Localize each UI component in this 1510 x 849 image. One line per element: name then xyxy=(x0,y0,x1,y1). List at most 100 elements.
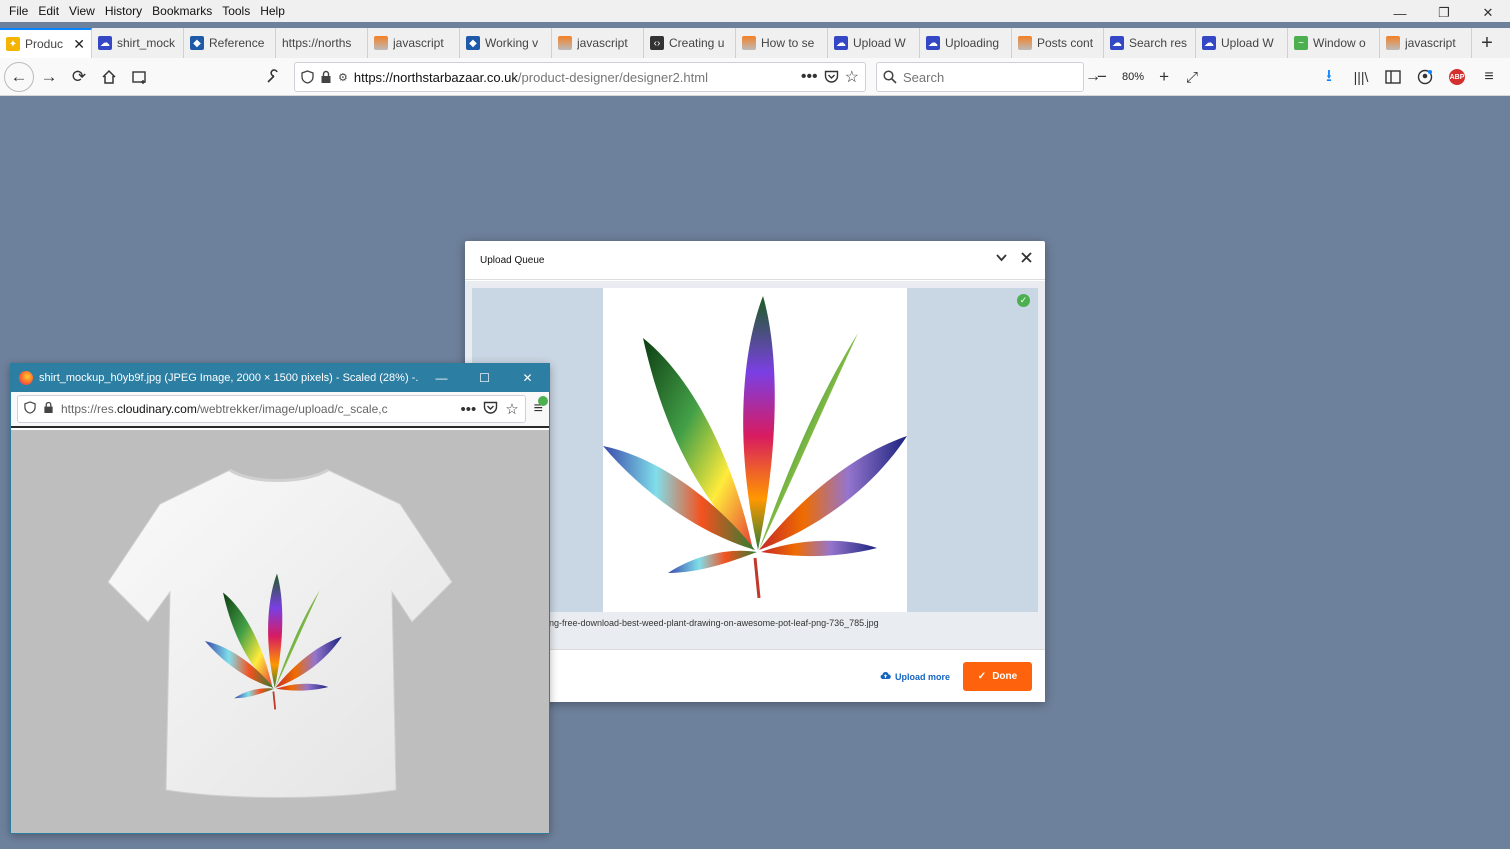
back-button[interactable]: ← xyxy=(4,61,34,92)
app-menu-button[interactable]: ≡ xyxy=(1474,62,1504,92)
stackoverflow-icon xyxy=(1018,36,1032,50)
devtools-button[interactable] xyxy=(258,62,288,92)
page-actions-icon[interactable]: ••• xyxy=(801,68,818,86)
bookmark-star-icon[interactable]: ☆ xyxy=(505,400,518,418)
tab[interactable]: javascript xyxy=(368,28,460,58)
lock-icon[interactable] xyxy=(43,401,54,417)
sidebar-icon xyxy=(1385,70,1401,84)
cloud-icon: ☁ xyxy=(926,36,940,50)
url-bar[interactable]: ⚙ https://northstarbazaar.co.uk/product-… xyxy=(294,62,866,92)
code-icon: ‹› xyxy=(650,36,664,50)
dialog-footer: Upload more ✓ Done xyxy=(465,649,1045,702)
tab-label: https://norths xyxy=(282,36,352,50)
tab[interactable]: https://norths xyxy=(276,28,368,58)
tab-label: Creating u xyxy=(669,36,725,50)
url-path: /webtrekker/image/upload/c_scale,c xyxy=(196,402,388,416)
zoom-in-button[interactable]: + xyxy=(1152,62,1176,92)
minimize-button[interactable]: — xyxy=(1378,0,1422,26)
page-actions-icon[interactable]: ••• xyxy=(460,401,476,418)
new-tab-button[interactable]: + xyxy=(1472,28,1502,58)
app-menu-icon[interactable]: ≡ xyxy=(534,396,548,418)
menu-bookmarks[interactable]: Bookmarks xyxy=(147,4,217,18)
tab[interactable]: Posts cont xyxy=(1012,28,1104,58)
tab[interactable]: ☁ Uploading xyxy=(920,28,1012,58)
zoom-controls: − 80% + ⤢ xyxy=(1090,62,1204,92)
tab[interactable]: ☁ Search res xyxy=(1104,28,1196,58)
tab-label: Produc xyxy=(25,37,64,51)
dialog-title: Upload Queue xyxy=(480,254,545,266)
close-dialog-icon[interactable] xyxy=(1020,249,1033,269)
upload-success-icon: ✓ xyxy=(1017,294,1030,307)
restore-button[interactable]: ❐ xyxy=(1422,0,1466,26)
lock-icon[interactable] xyxy=(320,70,332,84)
zoom-out-button[interactable]: − xyxy=(1090,62,1114,92)
permissions-icon[interactable]: ⚙ xyxy=(338,71,348,84)
screenshot-icon xyxy=(132,70,146,84)
popup-titlebar[interactable]: shirt_mockup_h0yb9f.jpg (JPEG Image, 200… xyxy=(11,364,549,392)
check-icon: ✓ xyxy=(977,671,987,682)
screenshot-button[interactable] xyxy=(124,62,154,92)
search-bar[interactable]: → xyxy=(876,62,1101,92)
reload-button[interactable]: ⟳ xyxy=(64,62,94,92)
popup-nav-bar: https://res.cloudinary.com/webtrekker/im… xyxy=(11,392,549,428)
pocket-icon[interactable] xyxy=(824,70,839,84)
tab[interactable]: ☁ shirt_mock xyxy=(92,28,184,58)
tab[interactable]: How to se xyxy=(736,28,828,58)
upload-more-button[interactable]: Upload more xyxy=(880,671,950,682)
close-tab-icon[interactable]: ✕ xyxy=(73,36,85,53)
stackoverflow-icon xyxy=(1386,36,1400,50)
star-icon: ✦ xyxy=(6,37,20,51)
uploaded-image xyxy=(603,288,907,612)
fullscreen-button[interactable]: ⤢ xyxy=(1180,62,1204,92)
downloads-button[interactable]: ⭳ xyxy=(1314,62,1344,92)
menu-file[interactable]: File xyxy=(4,4,33,18)
menu-tools[interactable]: Tools xyxy=(217,4,255,18)
tab[interactable]: ‹› Creating u xyxy=(644,28,736,58)
popup-url-text[interactable]: https://res.cloudinary.com/webtrekker/im… xyxy=(61,402,453,416)
popup-close-button[interactable]: ✕ xyxy=(506,364,549,392)
tab[interactable]: ✦ Produc ✕ xyxy=(0,28,92,58)
tab-label: Upload W xyxy=(1221,36,1274,50)
tab-label: javascript xyxy=(1405,36,1456,50)
pocket-icon[interactable] xyxy=(483,401,498,418)
popup-maximize-button[interactable]: ☐ xyxy=(463,364,506,392)
menu-help[interactable]: Help xyxy=(255,4,290,18)
stackoverflow-icon xyxy=(558,36,572,50)
tab[interactable]: javascript xyxy=(1380,28,1472,58)
tab-label: javascript xyxy=(393,36,444,50)
close-window-button[interactable]: ✕ xyxy=(1466,0,1510,26)
done-button[interactable]: ✓ Done xyxy=(963,662,1032,691)
reference-icon: ◆ xyxy=(190,36,204,50)
menu-edit[interactable]: Edit xyxy=(33,4,64,18)
adblock-button[interactable]: ABP xyxy=(1442,62,1472,92)
tab[interactable]: ~ Window o xyxy=(1288,28,1380,58)
library-button[interactable]: |||\ xyxy=(1346,62,1376,92)
url-host: cloudinary.com xyxy=(117,402,197,416)
tab[interactable]: ☁ Upload W xyxy=(828,28,920,58)
url-text[interactable]: https://northstarbazaar.co.uk/product-de… xyxy=(354,70,795,85)
tab[interactable]: ◆ Working v xyxy=(460,28,552,58)
toolbar-right: ⭳ |||\ ABP ≡ xyxy=(1314,62,1504,92)
window-controls: — ❐ ✕ xyxy=(1378,0,1510,26)
menu-view[interactable]: View xyxy=(64,4,100,18)
search-input[interactable] xyxy=(903,69,1079,85)
bookmark-star-icon[interactable]: ☆ xyxy=(845,67,859,87)
home-button[interactable] xyxy=(94,62,124,92)
tab[interactable]: ☁ Upload W xyxy=(1196,28,1288,58)
tshirt-mockup-image xyxy=(107,468,453,798)
cloud-icon: ☁ xyxy=(834,36,848,50)
menu-bar: File Edit View History Bookmarks Tools H… xyxy=(0,0,1510,22)
collapse-icon[interactable] xyxy=(995,249,1008,269)
menu-history[interactable]: History xyxy=(100,4,147,18)
tab[interactable]: ◆ Reference xyxy=(184,28,276,58)
image-viewer xyxy=(11,430,549,833)
sidebar-button[interactable] xyxy=(1378,62,1408,92)
popup-url-bar[interactable]: https://res.cloudinary.com/webtrekker/im… xyxy=(17,395,526,423)
account-button[interactable] xyxy=(1410,62,1440,92)
forward-button[interactable]: → xyxy=(34,62,64,92)
shield-icon[interactable] xyxy=(301,70,314,84)
popup-minimize-button[interactable]: — xyxy=(420,364,463,392)
tab[interactable]: javascript xyxy=(552,28,644,58)
zoom-level[interactable]: 80% xyxy=(1118,71,1148,83)
shield-icon[interactable] xyxy=(24,401,36,417)
